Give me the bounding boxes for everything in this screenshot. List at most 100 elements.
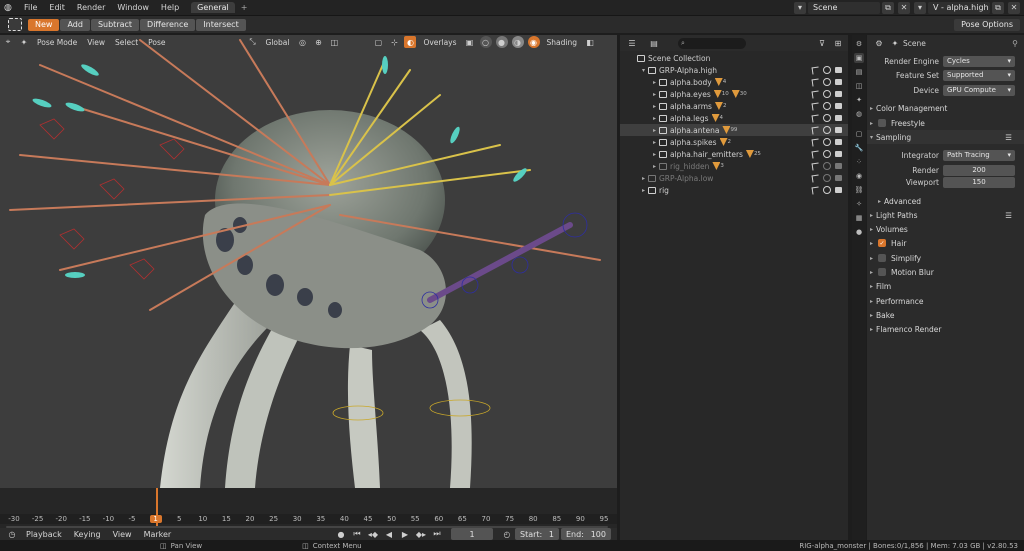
device-dropdown[interactable]: GPU Compute ▾ <box>943 84 1015 96</box>
simplify-checkbox[interactable] <box>878 254 886 262</box>
visibility-eye-icon[interactable] <box>823 138 831 146</box>
record-icon[interactable]: ● <box>335 528 347 540</box>
pivot-icon[interactable]: ◎ <box>296 36 308 48</box>
proportional-icon[interactable]: ◫ <box>328 36 340 48</box>
light-paths-panel[interactable]: ▸ Light Paths ☰ <box>867 208 1024 222</box>
view-layer-remove-icon[interactable]: ✕ <box>1008 1 1020 14</box>
new-collection-icon[interactable]: ⊞ <box>832 37 844 49</box>
render-camera-icon[interactable] <box>835 175 842 181</box>
selectable-toggle-icon[interactable] <box>811 174 820 183</box>
visibility-eye-icon[interactable] <box>823 102 831 110</box>
jump-end-icon[interactable]: ⏭ <box>431 528 443 540</box>
hair-panel[interactable]: ▸ ✓ Hair <box>867 236 1024 250</box>
scene-copy-icon[interactable]: ⧉ <box>882 1 894 14</box>
timeline-menu-view[interactable]: View <box>107 530 138 539</box>
shading-material-icon[interactable]: ◑ <box>511 36 524 48</box>
select-box-tool-icon[interactable] <box>8 18 22 31</box>
view-layer-field[interactable]: V - alpha.high <box>928 1 990 14</box>
expand-toggle-icon[interactable]: ▾ <box>639 67 648 74</box>
particles-tab-icon[interactable]: ⁘ <box>854 157 864 167</box>
render-camera-icon[interactable] <box>835 115 842 121</box>
scene-tab-icon[interactable]: ✦ <box>854 95 864 105</box>
outliner-search-input[interactable]: ⌕ <box>678 37 746 49</box>
timeline-menu-playback[interactable]: Playback <box>20 530 68 539</box>
selectable-toggle-icon[interactable] <box>811 102 820 111</box>
film-panel[interactable]: ▸ Film <box>867 279 1024 293</box>
visibility-eye-icon[interactable] <box>823 90 831 98</box>
feature-set-dropdown[interactable]: Supported ▾ <box>943 69 1015 81</box>
mode-add-button[interactable]: Add <box>60 18 90 31</box>
view-layer-tab-icon[interactable]: ◫ <box>854 81 864 91</box>
viewport-samples-field[interactable]: 150 <box>943 176 1015 188</box>
hair-checkbox[interactable]: ✓ <box>878 239 886 247</box>
play-reverse-icon[interactable]: ◀ <box>383 528 395 540</box>
outliner-row[interactable]: ▸ alpha.antena 99 <box>620 124 848 136</box>
blender-logo-icon[interactable]: ◍ <box>4 3 18 13</box>
visibility-eye-icon[interactable] <box>823 78 831 86</box>
expand-toggle-icon[interactable]: ▸ <box>639 187 648 194</box>
viewport-menu-view[interactable]: View <box>82 38 110 47</box>
outliner-row[interactable]: ▾ GRP-Alpha.high <box>620 64 848 76</box>
render-camera-icon[interactable] <box>835 163 842 169</box>
mode-subtract-button[interactable]: Subtract <box>90 18 140 31</box>
motion-blur-panel[interactable]: ▸ Motion Blur <box>867 265 1024 279</box>
render-camera-icon[interactable] <box>835 91 842 97</box>
outliner-row[interactable]: ▸ alpha.eyes 10 30 <box>620 88 848 100</box>
menu-render[interactable]: Render <box>71 3 111 12</box>
outliner-row[interactable]: ▸ alpha.hair_emitters 25 <box>620 148 848 160</box>
freestyle-panel[interactable]: ▸ Freestyle <box>867 116 1024 130</box>
physics-tab-icon[interactable]: ◉ <box>854 171 864 181</box>
filter-icon[interactable]: ⊽ <box>816 37 828 49</box>
modifier-tab-icon[interactable]: 🔧 <box>854 143 864 153</box>
display-mode-icon[interactable]: ▤ <box>648 37 660 49</box>
simplify-panel[interactable]: ▸ Simplify <box>867 251 1024 265</box>
timeline-editor-icon[interactable]: ◷ <box>6 528 18 540</box>
end-frame-field[interactable]: End: 100 <box>561 528 611 540</box>
render-engine-dropdown[interactable]: Cycles ▾ <box>943 55 1015 67</box>
prev-keyframe-icon[interactable]: ◂◆ <box>367 528 379 540</box>
visibility-eye-icon[interactable] <box>823 150 831 158</box>
menu-window[interactable]: Window <box>111 3 155 12</box>
visibility-eye-icon[interactable] <box>823 174 831 182</box>
performance-panel[interactable]: ▸ Performance <box>867 294 1024 308</box>
pose-options-button[interactable]: Pose Options <box>954 18 1020 31</box>
view-layer-browse-icon[interactable]: ▾ <box>914 1 926 14</box>
preview-range-icon[interactable]: ◴ <box>501 528 513 540</box>
mode-intersect-button[interactable]: Intersect <box>196 18 246 31</box>
outliner-row[interactable]: ▸ alpha.arms 2 <box>620 100 848 112</box>
orientation-dropdown[interactable]: Global <box>261 38 295 47</box>
selectable-toggle-icon[interactable] <box>811 66 820 75</box>
outliner-row[interactable]: ▸ rig_hidden 3 <box>620 160 848 172</box>
expand-toggle-icon[interactable]: ▸ <box>650 163 659 170</box>
viewport-collapse-icon[interactable]: ◧ <box>584 36 596 48</box>
outliner-row[interactable]: ▸ alpha.legs 4 <box>620 112 848 124</box>
material-tab-icon[interactable]: ● <box>854 227 864 237</box>
data-tab-icon[interactable]: ✧ <box>854 199 864 209</box>
selectable-toggle-icon[interactable] <box>811 90 820 99</box>
flamenco-panel[interactable]: ▸ Flamenco Render <box>867 322 1024 336</box>
outliner-row[interactable]: ▸ rig <box>620 184 848 196</box>
color-management-panel[interactable]: ▸ Color Management <box>867 101 1024 115</box>
world-tab-icon[interactable]: ◍ <box>854 109 864 119</box>
visibility-eye-icon[interactable] <box>823 66 831 74</box>
expand-toggle-icon[interactable]: ▸ <box>650 115 659 122</box>
expand-toggle-icon[interactable]: ▸ <box>650 139 659 146</box>
scene-name-field[interactable]: Scene <box>808 1 880 14</box>
workspace-tab-general[interactable]: General <box>191 2 235 13</box>
integrator-dropdown[interactable]: Path Tracing ▾ <box>943 149 1015 161</box>
list-icon[interactable]: ☰ <box>1005 211 1012 220</box>
expand-toggle-icon[interactable]: ▸ <box>639 175 648 182</box>
shading-rendered-icon[interactable]: ◉ <box>527 36 540 48</box>
outliner-row[interactable]: ▸ GRP-Alpha.low <box>620 172 848 184</box>
render-camera-icon[interactable] <box>835 67 842 73</box>
expand-toggle-icon[interactable]: ▸ <box>650 151 659 158</box>
selectable-toggle-icon[interactable] <box>811 78 820 87</box>
selectable-toggle-icon[interactable] <box>811 162 820 171</box>
selectable-toggle-icon[interactable] <box>811 186 820 195</box>
outliner-row[interactable]: Scene Collection <box>620 52 848 64</box>
selectable-toggle-icon[interactable] <box>811 150 820 159</box>
menu-file[interactable]: File <box>18 3 43 12</box>
play-icon[interactable]: ▶ <box>399 528 411 540</box>
view-layer-copy-icon[interactable]: ⧉ <box>992 1 1004 14</box>
render-camera-icon[interactable] <box>835 139 842 145</box>
